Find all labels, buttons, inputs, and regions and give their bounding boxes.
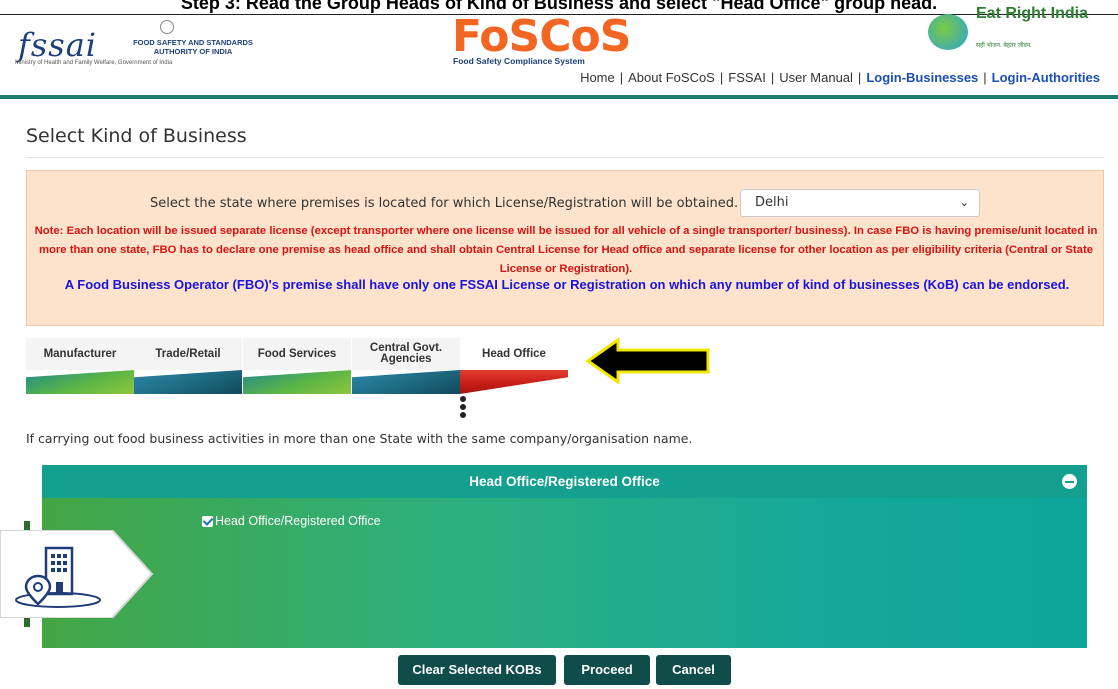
active-tab-indicator (460, 396, 468, 420)
tab-label: Central Govt. Agencies (352, 338, 460, 370)
head-office-checkbox[interactable]: Head Office/Registered Office (202, 514, 381, 528)
fssai-logo[interactable]: fssai (18, 26, 97, 64)
nav-separator: | (719, 70, 724, 85)
minus-circle-icon[interactable] (1062, 474, 1077, 489)
tab-label: Head Office (460, 338, 568, 370)
state-notice-panel: Select the state where premises is locat… (26, 170, 1104, 326)
nav-login-authorities[interactable]: Login-Authorities (992, 70, 1100, 85)
fssai-ministry-text: Ministry of Health and Family Welfare, G… (15, 60, 173, 66)
eat-right-tagline: सही भोजन. बेहतर जीवन. (976, 43, 1032, 49)
single-license-note: A Food Business Operator (FBO)'s premise… (64, 277, 1070, 292)
building-location-icon (0, 530, 154, 618)
nav-home[interactable]: Home (580, 70, 615, 85)
chevron-down-icon: ⌄ (959, 196, 969, 209)
tab-label: Manufacturer (26, 338, 134, 370)
top-nav: Home | About FoSCoS | FSSAI | User Manual | Logi… (580, 70, 1100, 85)
tab-bar (352, 370, 460, 394)
heading-divider (26, 157, 1104, 158)
head-office-accordion-body: Head Office/Registered Office (42, 498, 1087, 648)
nav-login-businesses[interactable]: Login-Businesses (866, 70, 978, 85)
tab-label: Trade/Retail (134, 338, 242, 370)
clear-selected-kobs-button[interactable]: Clear Selected KOBs (398, 655, 556, 685)
head-office-accordion-header[interactable]: Head Office/Registered Office (42, 465, 1087, 498)
tab-label: Food Services (243, 338, 351, 370)
eat-right-title: Eat Right India (976, 5, 1088, 22)
arrow-left-icon (585, 338, 710, 384)
nav-separator: | (770, 70, 775, 85)
tab-bar (26, 370, 134, 394)
nav-fssai[interactable]: FSSAI (728, 70, 766, 85)
nav-separator: | (983, 70, 987, 85)
state-label: Select the state where premises is locat… (150, 196, 739, 211)
nav-separator: | (857, 70, 862, 85)
page-title: Select Kind of Business (26, 125, 247, 147)
tab-bar-active (460, 370, 568, 394)
location-license-note: Note: Each location will be issued separ… (34, 225, 1098, 275)
state-select[interactable]: Delhi ⌄ (740, 189, 980, 217)
foscos-subtitle: Food Safety Compliance System (453, 56, 585, 66)
nav-about[interactable]: About FoSCoS (628, 70, 715, 85)
nav-separator: | (619, 70, 624, 85)
state-select-value: Delhi (755, 195, 789, 210)
tab-bar (243, 370, 351, 394)
multi-state-info: If carrying out food business activities… (26, 431, 693, 446)
proceed-button[interactable]: Proceed (564, 655, 650, 685)
fssai-authority-text: FOOD SAFETY AND STANDARDS AUTHORITY OF I… (133, 38, 253, 56)
foscos-logo[interactable]: FoSCoS (452, 12, 631, 62)
nav-user-manual[interactable]: User Manual (779, 70, 853, 85)
state-row: Select the state where premises is locat… (27, 186, 1105, 217)
tab-manufacturer[interactable]: Manufacturer (26, 338, 134, 394)
card-edge (24, 617, 30, 627)
tab-bar (134, 370, 242, 394)
emblem-icon (160, 20, 174, 34)
cancel-button[interactable]: Cancel (656, 655, 731, 685)
tab-head-office[interactable]: Head Office (460, 338, 568, 394)
tab-trade-retail[interactable]: Trade/Retail (134, 338, 242, 394)
header-divider (0, 95, 1118, 99)
tab-central-govt-agencies[interactable]: Central Govt. Agencies (352, 338, 460, 394)
checkbox-label: Head Office/Registered Office (215, 514, 381, 528)
accordion-title: Head Office/Registered Office (469, 474, 660, 489)
eat-right-icon (928, 14, 968, 50)
tab-food-services[interactable]: Food Services (243, 338, 351, 394)
checkbox-checked-icon[interactable] (202, 515, 213, 527)
